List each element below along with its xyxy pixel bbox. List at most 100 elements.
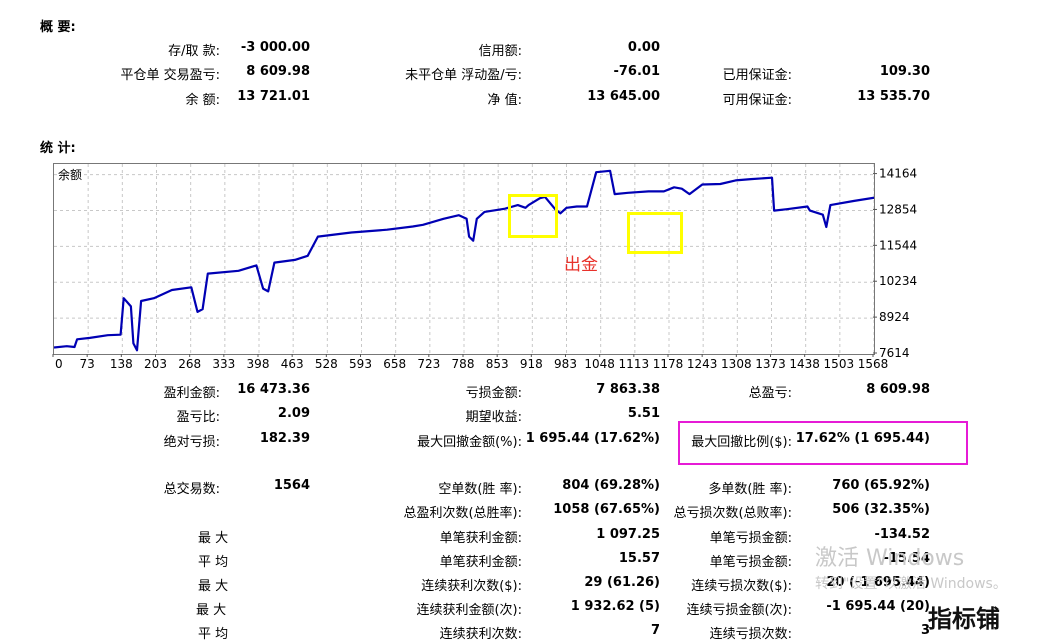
max-drawdown-value: 1 695.44 (17.62%) (525, 431, 660, 446)
relative-drawdown-label: 最大回撤比例($): (691, 435, 792, 450)
largest-profit-label: 单笔获利金额: (439, 531, 522, 546)
activation-watermark-hint: 转到"设置"以激活 Windows。 (815, 576, 1007, 592)
profit-factor-value: 2.09 (277, 406, 310, 421)
absolute-drawdown-value: 182.39 (259, 431, 310, 446)
x-tick-label: 788 (452, 357, 475, 371)
average-profit-label: 单笔获利金额: (439, 555, 522, 570)
avg-consecutive-wins-label: 连续获利次数: (439, 627, 522, 642)
x-tick-label: 333 (212, 357, 235, 371)
y-tick-label: 10234 (879, 274, 917, 288)
average-loss-label: 单笔亏损金额: (709, 555, 792, 570)
y-tick-label: 8924 (879, 310, 910, 324)
max-consecutive-profit-value: 1 932.62 (5) (570, 599, 660, 614)
max-consecutive-profit-label: 连续获利金额(次): (416, 603, 522, 618)
gross-profit-label: 盈利金额: (163, 386, 220, 401)
x-tick-label: 1048 (584, 357, 615, 371)
expected-payoff-value: 5.51 (627, 406, 660, 421)
balance-value: 13 721.01 (237, 89, 310, 104)
gross-loss-value: 7 863.38 (596, 382, 660, 397)
chart-title: 余额 (58, 167, 82, 182)
closed-pnl-value: 8 609.98 (246, 64, 310, 79)
row-label-max-consecutive-amount: 最 大 (196, 603, 227, 618)
x-tick-label: 0 (55, 357, 63, 371)
average-profit-value: 15.57 (618, 551, 660, 566)
profit-factor-label: 盈亏比: (176, 410, 220, 425)
largest-profit-value: 1 097.25 (596, 527, 660, 542)
avg-consecutive-wins-value: 7 (650, 623, 660, 638)
floating-pnl-label: 未平仓单 浮动盈/亏: (405, 68, 522, 83)
max-consecutive-losses-label: 连续亏损次数($): (691, 579, 792, 594)
used-margin-label: 已用保证金: (722, 68, 792, 83)
x-tick-label: 1503 (824, 357, 855, 371)
long-positions-label: 多单数(胜 率): (708, 482, 792, 497)
x-tick-label: 1568 (858, 357, 889, 371)
equity-value: 13 645.00 (587, 89, 660, 104)
balance-chart: 余额 (53, 163, 875, 355)
y-tick-label: 7614 (879, 346, 910, 360)
long-positions-value: 760 (65.92%) (832, 478, 930, 493)
equity-label: 净 值: (487, 93, 522, 108)
y-tick-label: 14164 (879, 167, 917, 181)
x-tick-label: 1308 (721, 357, 752, 371)
x-tick-label: 1373 (755, 357, 786, 371)
x-tick-label: 463 (281, 357, 304, 371)
avg-consecutive-losses-value: 3 (920, 623, 930, 638)
deposit-label: 存/取 款: (168, 44, 220, 59)
x-tick-label: 528 (315, 357, 338, 371)
balance-chart-plot: 余额 (54, 164, 874, 354)
balance-label: 余 额: (185, 93, 220, 108)
max-consecutive-loss-value: -1 695.44 (20) (826, 599, 930, 614)
largest-loss-label: 单笔亏损金额: (709, 531, 792, 546)
withdrawal-highlight-2 (627, 212, 683, 254)
gross-loss-label: 亏损金额: (465, 386, 522, 401)
deposit-value: -3 000.00 (240, 40, 310, 55)
x-tick-label: 73 (80, 357, 95, 371)
x-tick-label: 268 (178, 357, 201, 371)
profit-trades-label: 总盈利次数(总胜率): (403, 506, 522, 521)
gross-profit-value: 16 473.36 (237, 382, 310, 397)
profit-trades-value: 1058 (67.65%) (553, 502, 660, 517)
stats-title: 统 计: (40, 141, 76, 156)
max-drawdown-label: 最大回撤金额(%): (417, 435, 522, 450)
activation-watermark-title: 激活 Windows (815, 546, 965, 571)
x-tick-label: 138 (110, 357, 133, 371)
summary-title: 概 要: (40, 20, 76, 35)
withdrawal-annotation: 出金 (564, 255, 598, 275)
x-tick-label: 1438 (789, 357, 820, 371)
max-consecutive-loss-label: 连续亏损金额(次): (686, 603, 792, 618)
free-margin-value: 13 535.70 (857, 89, 930, 104)
x-tick-label: 398 (247, 357, 270, 371)
max-consecutive-wins-label: 连续获利次数($): (421, 579, 522, 594)
total-net-profit-label: 总盈亏: (748, 386, 792, 401)
expected-payoff-label: 期望收益: (465, 410, 522, 425)
avg-consecutive-losses-label: 连续亏损次数: (709, 627, 792, 642)
row-label-avg-consecutive: 平 均 (198, 627, 229, 642)
max-consecutive-wins-value: 29 (61.26) (584, 575, 660, 590)
x-tick-label: 918 (520, 357, 543, 371)
closed-pnl-label: 平仓单 交易盈亏: (120, 68, 220, 83)
x-tick-label: 1113 (619, 357, 650, 371)
x-tick-label: 723 (417, 357, 440, 371)
free-margin-label: 可用保证金: (722, 93, 792, 108)
used-margin-value: 109.30 (879, 64, 930, 79)
credit-value: 0.00 (627, 40, 660, 55)
total-trades-label: 总交易数: (163, 482, 220, 497)
y-tick-label: 11544 (879, 238, 917, 252)
loss-trades-value: 506 (32.35%) (832, 502, 930, 517)
site-logo: 指标铺 (928, 605, 1000, 633)
x-tick-label: 203 (144, 357, 167, 371)
row-label-max-consecutive: 最 大 (198, 579, 229, 594)
row-label-average: 平 均 (198, 555, 229, 570)
loss-trades-label: 总亏损次数(总败率): (673, 506, 792, 521)
row-label-largest: 最 大 (198, 531, 229, 546)
x-tick-label: 1243 (687, 357, 718, 371)
x-tick-label: 1178 (653, 357, 684, 371)
x-tick-label: 593 (349, 357, 372, 371)
x-tick-label: 658 (383, 357, 406, 371)
relative-drawdown-value: 17.62% (1 695.44) (795, 431, 930, 446)
y-tick-label: 12854 (879, 202, 917, 216)
x-tick-label: 853 (486, 357, 509, 371)
short-positions-label: 空单数(胜 率): (438, 482, 522, 497)
x-tick-label: 983 (554, 357, 577, 371)
total-net-profit-value: 8 609.98 (866, 382, 930, 397)
